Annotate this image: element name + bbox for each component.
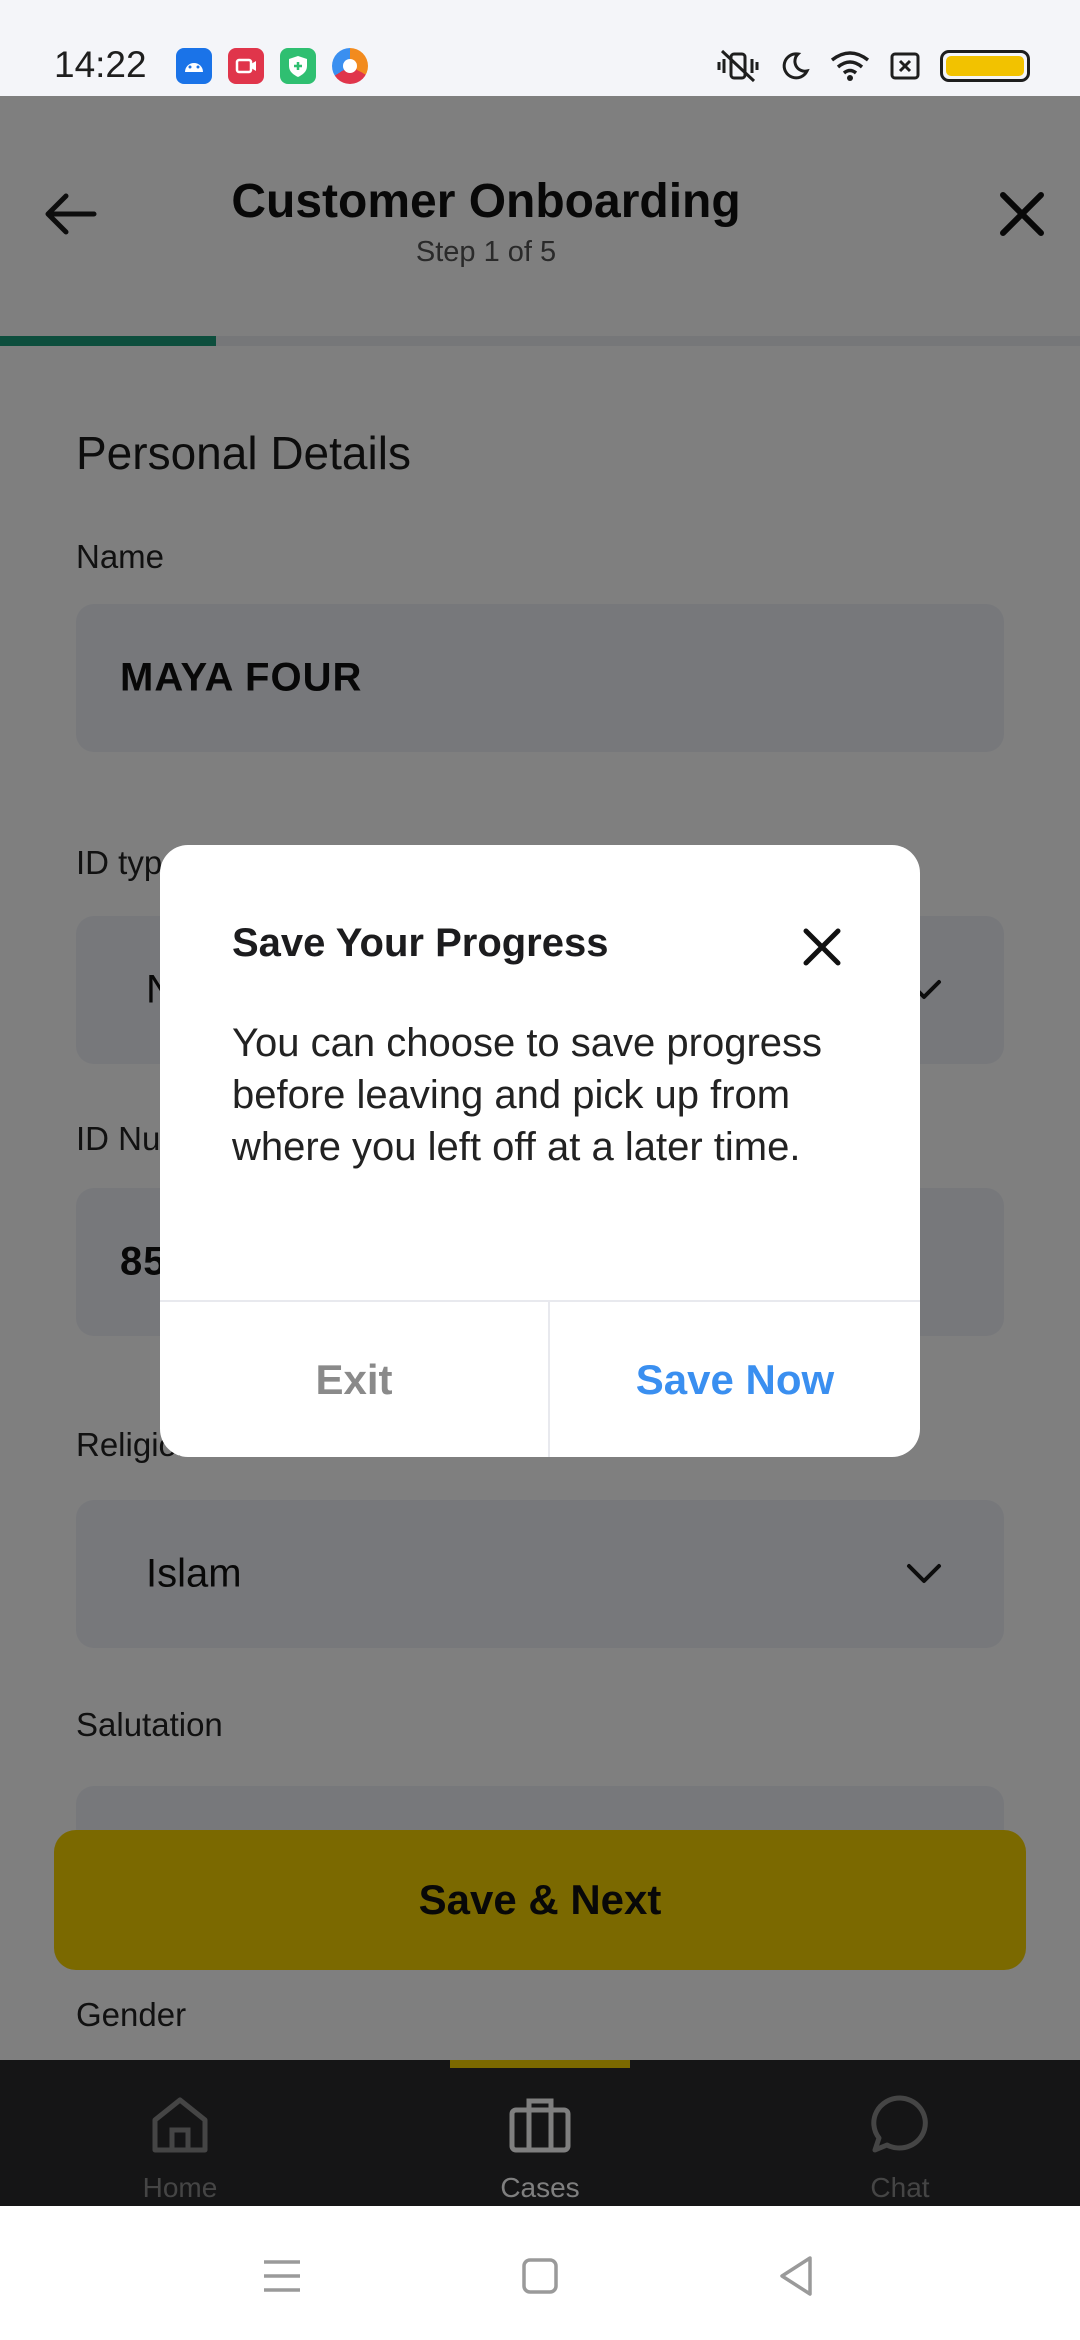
save-now-button[interactable]: Save Now [550,1302,920,1457]
wifi-icon [830,51,870,81]
menu-icon [264,2260,300,2292]
status-time: 14:22 [54,44,147,85]
android-icon [176,48,212,84]
back-system-button[interactable] [766,2246,826,2306]
dialog-message: You can choose to save progress before l… [232,1021,823,1169]
status-indicators [716,44,1030,88]
status-bar: 14:22 [0,0,1080,96]
system-nav-bar [0,2206,1080,2340]
vibrate-off-icon [717,49,759,83]
recent-apps-button[interactable] [252,2246,312,2306]
dialog-title: Save Your Progress [232,921,609,965]
sim-off-icon [890,52,920,80]
triangle-back-icon [780,2256,812,2296]
square-icon [522,2258,558,2294]
exit-button[interactable]: Exit [160,1302,548,1457]
close-icon [803,928,841,966]
battery-icon [940,50,1030,82]
dialog-close-button[interactable] [796,921,848,973]
battery-fill [946,56,1024,76]
browser-icon [332,48,368,84]
home-system-button[interactable] [510,2246,570,2306]
moon-icon [782,52,810,80]
save-progress-dialog: Save Your Progress You can choose to sav… [160,845,920,1457]
shield-icon [280,48,316,84]
screen-recorder-icon [228,48,264,84]
